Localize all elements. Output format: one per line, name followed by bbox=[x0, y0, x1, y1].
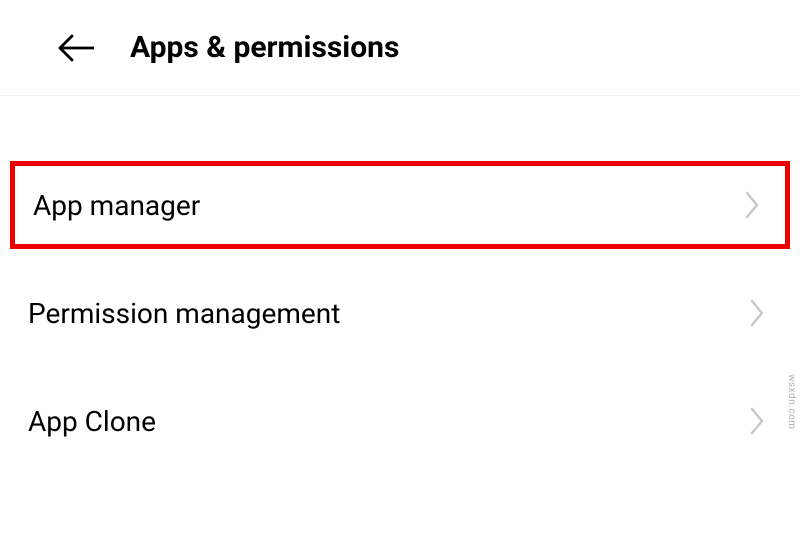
list-item-app-manager[interactable]: App manager bbox=[10, 161, 790, 249]
chevron-right-icon bbox=[745, 191, 759, 219]
watermark: wsxdn.com bbox=[786, 374, 797, 430]
settings-list: App manager Permission management App Cl… bbox=[0, 96, 800, 465]
list-item-label: App Clone bbox=[28, 405, 156, 438]
list-item-label: App manager bbox=[33, 189, 200, 222]
header: Apps & permissions bbox=[0, 0, 800, 96]
list-item-label: Permission management bbox=[28, 297, 340, 330]
page-title: Apps & permissions bbox=[130, 30, 399, 65]
back-icon[interactable] bbox=[58, 34, 94, 62]
list-item-permission-management[interactable]: Permission management bbox=[0, 269, 800, 357]
chevron-right-icon bbox=[750, 407, 764, 435]
chevron-right-icon bbox=[750, 299, 764, 327]
list-item-app-clone[interactable]: App Clone bbox=[0, 377, 800, 465]
